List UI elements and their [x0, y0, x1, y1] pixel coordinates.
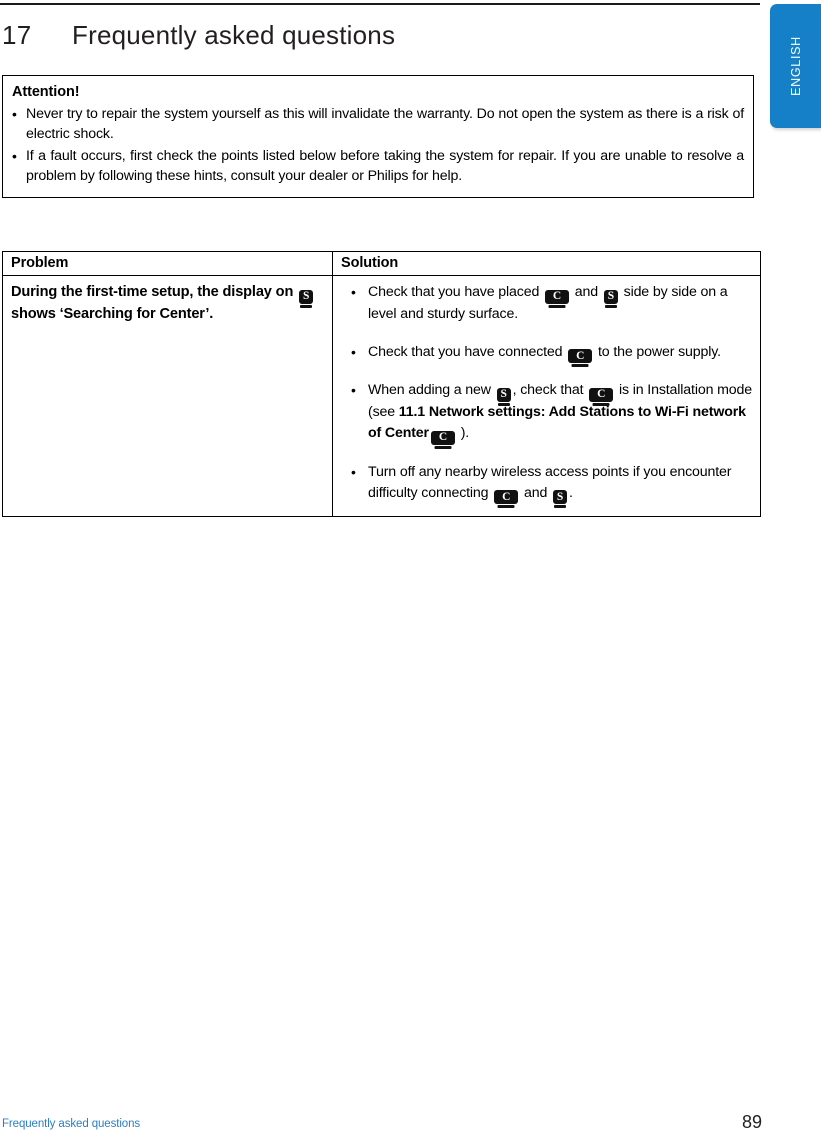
- station-badge-letter: S: [496, 388, 511, 403]
- page-title: 17 Frequently asked questions: [2, 20, 395, 51]
- station-badge-letter: S: [553, 490, 568, 505]
- solution-text-part1: Turn off any nearby wireless access poin…: [368, 463, 732, 501]
- attention-bullet-2: • If a fault occurs, first check the poi…: [12, 146, 744, 187]
- column-header-solution: Solution: [332, 251, 761, 276]
- station-badge-letter: S: [603, 289, 618, 304]
- solution-bullet-text: Check that you have connected C to the p…: [368, 342, 754, 368]
- problem-cell: During the first-time setup, the display…: [2, 274, 333, 518]
- bullet-icon: •: [351, 343, 356, 360]
- badge-stand-icon: [604, 304, 617, 308]
- solution-cell: • Check that you have placed C and S sid…: [332, 274, 761, 518]
- center-badge-icon: C: [430, 430, 455, 449]
- solution-bullet-text: Check that you have placed C and S side …: [368, 282, 754, 325]
- station-badge-icon: S: [496, 388, 511, 407]
- center-badge-icon: C: [568, 349, 593, 368]
- attention-bullet-text: Never try to repair the system yourself …: [26, 105, 744, 143]
- solution-text-part2: to the power supply.: [598, 343, 721, 360]
- center-badge-letter: C: [494, 490, 519, 505]
- footer-page-number: 89: [742, 1112, 763, 1132]
- attention-bullet-1: • Never try to repair the system yoursel…: [12, 104, 744, 145]
- badge-stand-icon: [434, 445, 452, 449]
- center-badge-icon: C: [494, 490, 519, 509]
- badge-stand-icon: [497, 505, 515, 509]
- solution-text-part4: ).: [460, 425, 470, 441]
- badge-stand-icon: [548, 304, 566, 308]
- bullet-icon: •: [351, 284, 356, 300]
- table-row: During the first-time setup, the display…: [2, 274, 761, 518]
- bullet-icon: •: [12, 105, 17, 122]
- center-badge-letter: C: [545, 289, 569, 304]
- solution-text-part1: Check that you have placed: [368, 284, 540, 300]
- solution-bullet-1: • Check that you have placed C and S sid…: [351, 282, 754, 325]
- problem-text-part2: shows ‘Searching for Center’.: [11, 305, 214, 322]
- footer-section-label: Frequently asked questions: [2, 1118, 141, 1130]
- chapter-number: 17: [2, 20, 32, 50]
- chapter-title: Frequently asked questions: [72, 20, 396, 50]
- station-badge-icon: S: [603, 289, 618, 308]
- center-badge-letter: C: [568, 349, 593, 364]
- table-header-row: Problem Solution: [2, 251, 761, 276]
- bullet-icon: •: [351, 382, 356, 399]
- badge-stand-icon: [497, 403, 510, 407]
- solution-bullet-text: Turn off any nearby wireless access poin…: [368, 462, 754, 509]
- bullet-icon: •: [351, 463, 356, 480]
- station-badge-icon: S: [553, 490, 568, 509]
- solution-text-part1: When adding a new: [368, 382, 491, 399]
- solution-text-part1: Check that you have connected: [368, 343, 563, 360]
- language-tab-label: ENGLISH: [788, 36, 803, 96]
- center-badge-letter: C: [430, 430, 455, 445]
- badge-stand-icon: [300, 304, 313, 308]
- language-tab: ENGLISH: [770, 4, 821, 128]
- solution-bullet-3: • When adding a new S, check that C is i…: [351, 380, 754, 449]
- station-badge-icon: S: [299, 289, 314, 308]
- column-header-problem: Problem: [2, 251, 333, 276]
- problem-text-part1: During the first-time setup, the display…: [11, 284, 294, 300]
- attention-title: Attention!: [12, 84, 80, 100]
- badge-stand-icon: [571, 364, 589, 368]
- attention-bullet-text: If a fault occurs, first check the point…: [26, 147, 744, 185]
- faq-table: Problem Solution During the first-time s…: [2, 251, 761, 518]
- station-badge-letter: S: [299, 289, 314, 304]
- solution-reference-bold: 11.1 Network settings: Add Stations to W…: [368, 404, 746, 441]
- solution-text-part3: .: [569, 484, 573, 501]
- solution-text-part2: and: [524, 484, 548, 501]
- center-badge-letter: C: [589, 388, 614, 403]
- solution-text-part2: and: [574, 284, 599, 300]
- solution-bullet-4: • Turn off any nearby wireless access po…: [351, 462, 754, 509]
- center-badge-icon: C: [589, 388, 614, 407]
- attention-box: Attention! • Never try to repair the sys…: [2, 75, 754, 198]
- bullet-icon: •: [12, 147, 17, 164]
- solution-bullet-2: • Check that you have connected C to the…: [351, 342, 754, 368]
- badge-stand-icon: [554, 505, 567, 509]
- page-top-rule: [0, 3, 760, 5]
- solution-bullet-text: When adding a new S, check that C is in …: [368, 380, 754, 449]
- solution-text-part2: , check that: [512, 382, 584, 399]
- center-badge-icon: C: [545, 289, 569, 308]
- badge-stand-icon: [592, 403, 610, 407]
